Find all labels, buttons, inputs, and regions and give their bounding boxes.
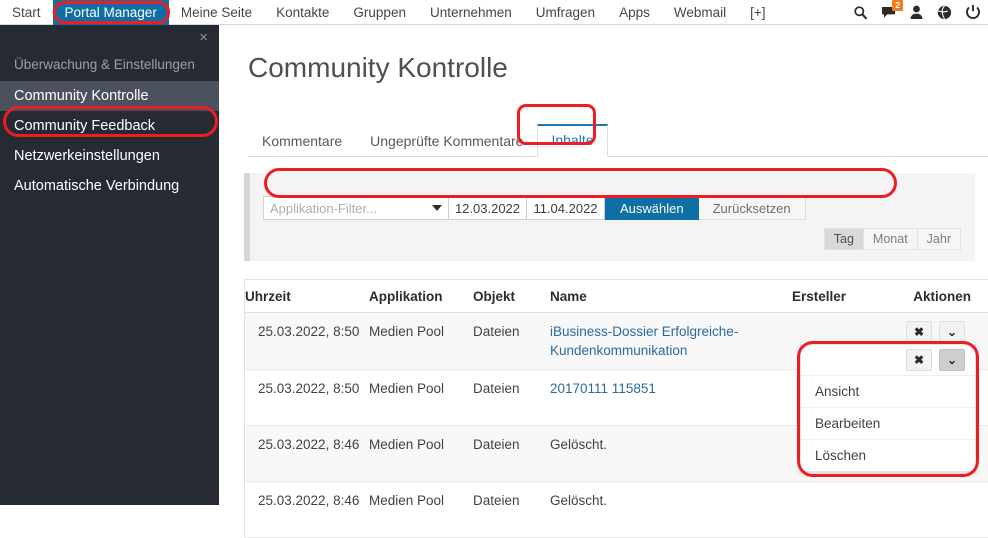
row-remove-button[interactable]: ✖	[906, 321, 932, 343]
messages-icon[interactable]: 2	[881, 0, 903, 20]
column-header-objekt: Objekt	[473, 288, 516, 304]
nav-item-unternehmen[interactable]: Unternehmen	[418, 0, 524, 25]
filter-controls-row: Applikation-Filter... 12.03.2022 11.04.2…	[263, 196, 806, 220]
table-header-row: Uhrzeit Applikation Objekt Name Erstelle…	[245, 280, 988, 313]
sidebar-item-community-feedback[interactable]: Community Feedback	[0, 111, 219, 141]
nav-item-meine-seite[interactable]: Meine Seite	[169, 0, 264, 25]
column-header-uhrzeit: Uhrzeit	[245, 288, 291, 304]
row-action-button-bar: ✖ ⌄	[801, 345, 975, 375]
messages-badge: 2	[892, 0, 903, 11]
cell-applikation: Medien Pool	[369, 381, 445, 396]
granularity-jahr-button[interactable]: Jahr	[917, 228, 961, 250]
nav-item-kontakte[interactable]: Kontakte	[264, 0, 341, 25]
dropdown-item-loeschen[interactable]: Löschen	[801, 439, 975, 471]
user-icon[interactable]	[909, 5, 924, 20]
cell-applikation: Medien Pool	[369, 437, 445, 452]
cell-ersteller	[792, 313, 897, 331]
sidebar-item-label: Netzwerkeinstellungen	[14, 148, 160, 164]
nav-item-gruppen[interactable]: Gruppen	[341, 0, 418, 25]
cell-objekt: Dateien	[473, 381, 520, 396]
nav-item-add-more[interactable]: [+]	[738, 0, 777, 25]
column-header-name: Name	[550, 288, 587, 304]
cell-uhrzeit: 25.03.2022, 8:46	[258, 437, 360, 452]
column-header-ersteller: Ersteller	[792, 288, 847, 304]
tab-kommentare[interactable]: Kommentare	[248, 126, 356, 157]
cell-name: Gelöscht.	[550, 493, 608, 508]
cell-ersteller	[792, 482, 897, 500]
chevron-down-icon	[432, 205, 442, 211]
search-icon[interactable]	[853, 5, 868, 20]
globe-icon[interactable]	[937, 5, 952, 20]
cell-applikation: Medien Pool	[369, 493, 445, 508]
cell-uhrzeit: 25.03.2022, 8:50	[258, 324, 360, 339]
close-icon[interactable]: ×	[199, 30, 208, 45]
row-remove-button[interactable]: ✖	[906, 349, 932, 371]
nav-item-umfragen[interactable]: Umfragen	[524, 0, 607, 25]
application-filter-placeholder: Applikation-Filter...	[270, 200, 377, 216]
dropdown-item-ansicht[interactable]: Ansicht	[801, 375, 975, 407]
nav-icon-group: 2	[853, 0, 988, 24]
sidebar-item-label: Community Kontrolle	[14, 88, 149, 104]
tab-inhalte[interactable]: Inhalte	[537, 124, 608, 157]
column-header-applikation: Applikation	[369, 288, 443, 304]
granularity-button-group: Tag Monat Jahr	[823, 228, 961, 250]
column-header-aktionen: Aktionen	[913, 288, 971, 304]
nav-item-start[interactable]: Start	[0, 0, 53, 25]
tab-bar: Kommentare Ungeprüfte Kommentare Inhalte	[248, 124, 988, 157]
reset-button[interactable]: Zurücksetzen	[698, 196, 806, 220]
cell-name: iBusiness-Dossier Erfolgreiche-Kundenkom…	[550, 313, 792, 369]
nav-item-apps[interactable]: Apps	[607, 0, 662, 25]
row-menu-toggle-button[interactable]: ⌄	[939, 349, 965, 371]
sidebar-item-community-kontrolle[interactable]: Community Kontrolle	[0, 81, 219, 111]
dropdown-item-bearbeiten[interactable]: Bearbeiten	[801, 407, 975, 439]
cell-applikation: Medien Pool	[369, 324, 445, 339]
top-navigation-bar: Start Portal Manager Meine Seite Kontakt…	[0, 0, 988, 25]
filter-panel: Applikation-Filter... 12.03.2022 11.04.2…	[244, 173, 975, 261]
sidebar-item-label: Community Feedback	[14, 118, 156, 134]
page-title: Community Kontrolle	[248, 52, 508, 83]
content-name-link[interactable]: iBusiness-Dossier Erfolgreiche-Kundenkom…	[550, 324, 738, 358]
cell-aktionen	[897, 482, 977, 499]
nav-item-webmail[interactable]: Webmail	[662, 0, 738, 25]
row-action-dropdown: ✖ ⌄ Ansicht Bearbeiten Löschen	[800, 344, 976, 472]
sidebar-section-heading: Überwachung & Einstellungen	[14, 57, 195, 72]
cell-objekt: Dateien	[473, 437, 520, 452]
granularity-monat-button[interactable]: Monat	[863, 228, 918, 250]
sidebar: × Überwachung & Einstellungen Community …	[0, 25, 219, 505]
date-to-input[interactable]: 11.04.2022	[527, 196, 605, 220]
cell-name: Gelöscht.	[550, 437, 608, 452]
sidebar-item-label: Automatische Verbindung	[14, 178, 180, 194]
application-filter-select[interactable]: Applikation-Filter...	[263, 196, 449, 220]
cell-name: 20170111 115851	[550, 370, 792, 407]
content-name-link[interactable]: 20170111 115851	[550, 381, 656, 396]
table-row[interactable]: 25.03.2022, 8:46 Medien Pool Dateien Gel…	[245, 482, 988, 538]
cell-uhrzeit: 25.03.2022, 8:50	[258, 381, 360, 396]
power-icon[interactable]	[965, 4, 980, 20]
tab-ungepruefte-kommentare[interactable]: Ungeprüfte Kommentare	[356, 126, 537, 157]
cell-objekt: Dateien	[473, 493, 520, 508]
granularity-tag-button[interactable]: Tag	[823, 228, 864, 250]
select-button[interactable]: Auswählen	[605, 196, 699, 220]
cell-objekt: Dateien	[473, 324, 520, 339]
date-from-input[interactable]: 12.03.2022	[449, 196, 527, 220]
sidebar-item-netzwerkeinstellungen[interactable]: Netzwerkeinstellungen	[0, 141, 219, 171]
cell-uhrzeit: 25.03.2022, 8:46	[258, 493, 360, 508]
nav-item-portal-manager[interactable]: Portal Manager	[52, 0, 169, 25]
row-menu-toggle-button[interactable]: ⌄	[939, 321, 965, 343]
sidebar-item-automatische-verbindung[interactable]: Automatische Verbindung	[0, 171, 219, 201]
